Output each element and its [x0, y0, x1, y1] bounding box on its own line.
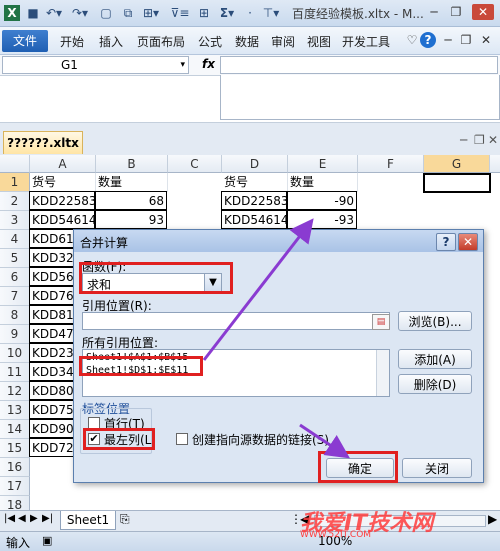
arrow-to-table-icon	[202, 218, 314, 361]
annotation-arrows	[202, 218, 350, 459]
arrow-to-ok-icon	[299, 423, 350, 459]
